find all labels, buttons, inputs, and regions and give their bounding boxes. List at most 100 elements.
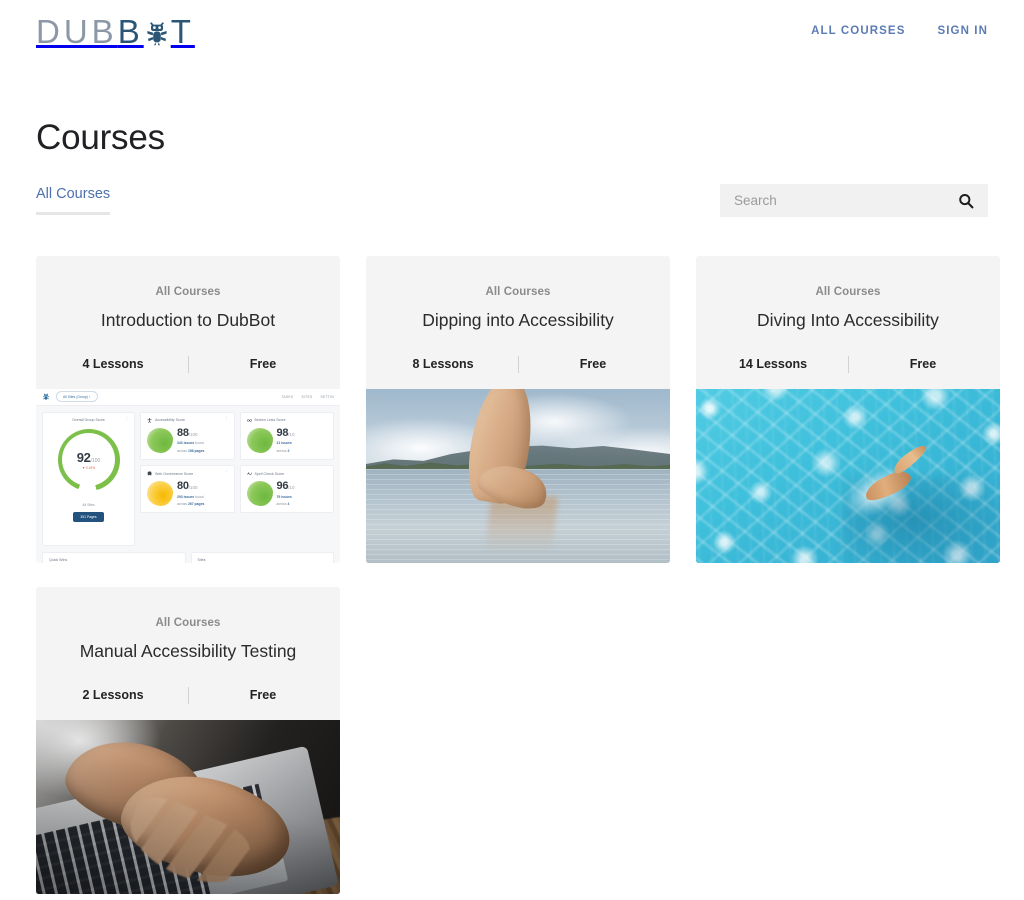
search-box[interactable]	[720, 184, 988, 217]
spellcheck-icon	[246, 471, 252, 476]
score-values: 80/100 293 issues found across 267 pages	[177, 481, 204, 507]
score-header: Spell Check Score	[246, 471, 328, 476]
broken-links-pages: across 2	[276, 448, 290, 453]
dashboard-nav-sites: SITES	[301, 394, 313, 399]
nav-all-courses[interactable]: ALL COURSES	[811, 25, 905, 37]
broken-links-score-denominator: /10	[288, 431, 295, 437]
dashboard-nav: TASKS SITES SETTIN	[281, 395, 334, 399]
course-card-diving-into-accessibility[interactable]: All Courses Diving Into Accessibility 14…	[696, 256, 1000, 563]
tab-all-courses[interactable]: All Courses	[36, 186, 111, 215]
web-governance-score-denominator: /100	[188, 485, 198, 491]
page-content: Courses All Courses All Courses Introduc…	[0, 118, 1024, 894]
search-input[interactable]	[734, 193, 958, 208]
spell-check-score-value: 96	[276, 480, 289, 493]
score-values: 96/10 79 issues across 4	[277, 481, 295, 507]
score-body: 98/10 21 issues across 2	[246, 427, 328, 454]
overall-group-score-card: ⋮ Overall Group Score 92/100 ▼ 0.19% All…	[42, 411, 135, 546]
score-values: 88/100 343 issues found across 156 pages	[177, 426, 204, 454]
card-thumbnail-swimmer-in-pool	[696, 388, 1000, 563]
course-card-introduction-to-dubbot[interactable]: All Courses Introduction to DubBot 4 Les…	[36, 256, 340, 563]
accessibility-score-value: 88	[177, 426, 189, 439]
score-blob	[246, 427, 273, 453]
dashboard-topbar: All Sites (Group) › TASKS SITES SETTIN	[36, 388, 340, 406]
card-kicker: All Courses	[155, 616, 221, 629]
dashboard-bug-icon	[42, 392, 50, 401]
card-meta: 2 Lessons Free	[36, 663, 340, 720]
nav-sign-in[interactable]: SIGN IN	[937, 25, 988, 37]
card-price: Free	[249, 688, 277, 703]
quick-wins-panel: Quick Wins	[42, 551, 186, 563]
score-blob	[147, 481, 173, 507]
page-title: Courses	[36, 118, 165, 157]
broken-links-issues: 21 issues	[276, 441, 292, 446]
score-row-bottom: ⋮ Web Governance Score 80/100 293 issues…	[140, 465, 334, 514]
broken-links-score-title: Broken Links Score	[254, 418, 286, 423]
card-header: All Courses Manual Accessibility Testing	[36, 587, 340, 663]
score-body: 88/100 343 issues found across 156 pages	[147, 426, 228, 454]
broken-links-score-card: Broken Links Score 98/10 21 issues acros…	[239, 411, 334, 461]
dashboard-mock: All Sites (Group) › TASKS SITES SETTIN ⋮	[36, 388, 340, 563]
puzzle-icon	[147, 471, 152, 476]
dashboard-bottom-panels: Quick Wins Sites	[36, 551, 340, 563]
card-meta: 4 Lessons Free	[36, 332, 340, 389]
card-price: Free	[909, 357, 937, 372]
overflow-menu-icon: ⋮	[125, 415, 129, 421]
card-kicker: All Courses	[485, 286, 551, 298]
logo-text-dub: DUB	[36, 12, 118, 50]
overall-score-title: Overall Group Score	[72, 417, 105, 422]
overall-score-denominator: /100	[90, 457, 101, 464]
card-header: All Courses Dipping into Accessibility	[366, 256, 670, 332]
logo-text-t: T	[170, 12, 195, 50]
card-title: Manual Accessibility Testing	[79, 640, 297, 661]
overflow-menu-icon: ⋮	[224, 469, 229, 475]
course-grid: All Courses Introduction to DubBot 4 Les…	[36, 256, 1000, 894]
laptop-photo	[36, 719, 340, 894]
score-header: Broken Links Score	[246, 418, 328, 423]
dashboard-body: ⋮ Overall Group Score 92/100 ▼ 0.19% All…	[36, 406, 340, 552]
card-header: All Courses Diving Into Accessibility	[696, 256, 1000, 332]
score-blob	[147, 427, 173, 453]
score-blob	[246, 481, 273, 507]
course-card-dipping-into-accessibility[interactable]: All Courses Dipping into Accessibility 8…	[366, 256, 670, 563]
search-icon[interactable]	[958, 193, 974, 209]
card-price: Free	[579, 357, 607, 372]
spell-check-score-denominator: /10	[288, 485, 295, 491]
score-header: Accessibility Score	[147, 418, 228, 423]
site-selector: All Sites (Group) ›	[56, 391, 98, 403]
web-governance-score-value: 80	[177, 480, 189, 493]
spell-check-issues: 79 issues	[276, 494, 292, 499]
logo[interactable]: DUB B T	[36, 15, 195, 48]
logo-text-b: B	[117, 12, 144, 50]
card-title: Introduction to DubBot	[100, 310, 276, 330]
course-card-manual-accessibility-testing[interactable]: All Courses Manual Accessibility Testing…	[36, 586, 340, 894]
accessibility-score-title: Accessibility Score	[155, 418, 185, 423]
card-meta: 8 Lessons Free	[366, 332, 670, 389]
dashboard-left-column: ⋮ Overall Group Score 92/100 ▼ 0.19% All…	[42, 411, 135, 546]
card-title: Diving Into Accessibility	[757, 310, 939, 330]
score-body: 96/10 79 issues across 4	[246, 481, 328, 507]
pages-button: 351 Pages	[73, 511, 104, 522]
dashboard-nav-tasks: TASKS	[281, 394, 294, 399]
card-lessons: 2 Lessons	[82, 688, 144, 703]
card-meta: 14 Lessons Free	[696, 332, 1000, 389]
accessibility-issues: 343 issues found	[177, 441, 204, 446]
web-governance-score-card: ⋮ Web Governance Score 80/100 293 issues…	[140, 465, 235, 514]
link-icon	[246, 418, 252, 423]
card-thumbnail-foot-in-lake	[366, 388, 670, 563]
card-lessons: 4 Lessons	[82, 357, 144, 372]
accessibility-icon	[147, 418, 152, 423]
vignette	[36, 719, 340, 894]
spell-check-score-card: Spell Check Score 96/10 79 issues across…	[239, 465, 334, 514]
overall-score-value: 92	[76, 449, 91, 465]
web-governance-score-title: Web Governance Score	[155, 471, 194, 476]
dashboard-nav-settings: SETTIN	[320, 394, 334, 399]
spell-check-pages: across 4	[276, 502, 290, 507]
card-price: Free	[249, 357, 277, 372]
course-tabs: All Courses	[36, 186, 111, 215]
filter-bar: All Courses	[36, 184, 988, 217]
card-thumbnail-hands-on-laptop	[36, 719, 340, 894]
score-row-top: ⋮ Accessibility Score 88/100 343 issues …	[140, 411, 334, 461]
spell-check-score-title: Spell Check Score	[254, 471, 285, 476]
overall-score-donut: 92/100 ▼ 0.19%	[57, 428, 120, 491]
accessibility-score-denominator: /100	[188, 431, 198, 437]
